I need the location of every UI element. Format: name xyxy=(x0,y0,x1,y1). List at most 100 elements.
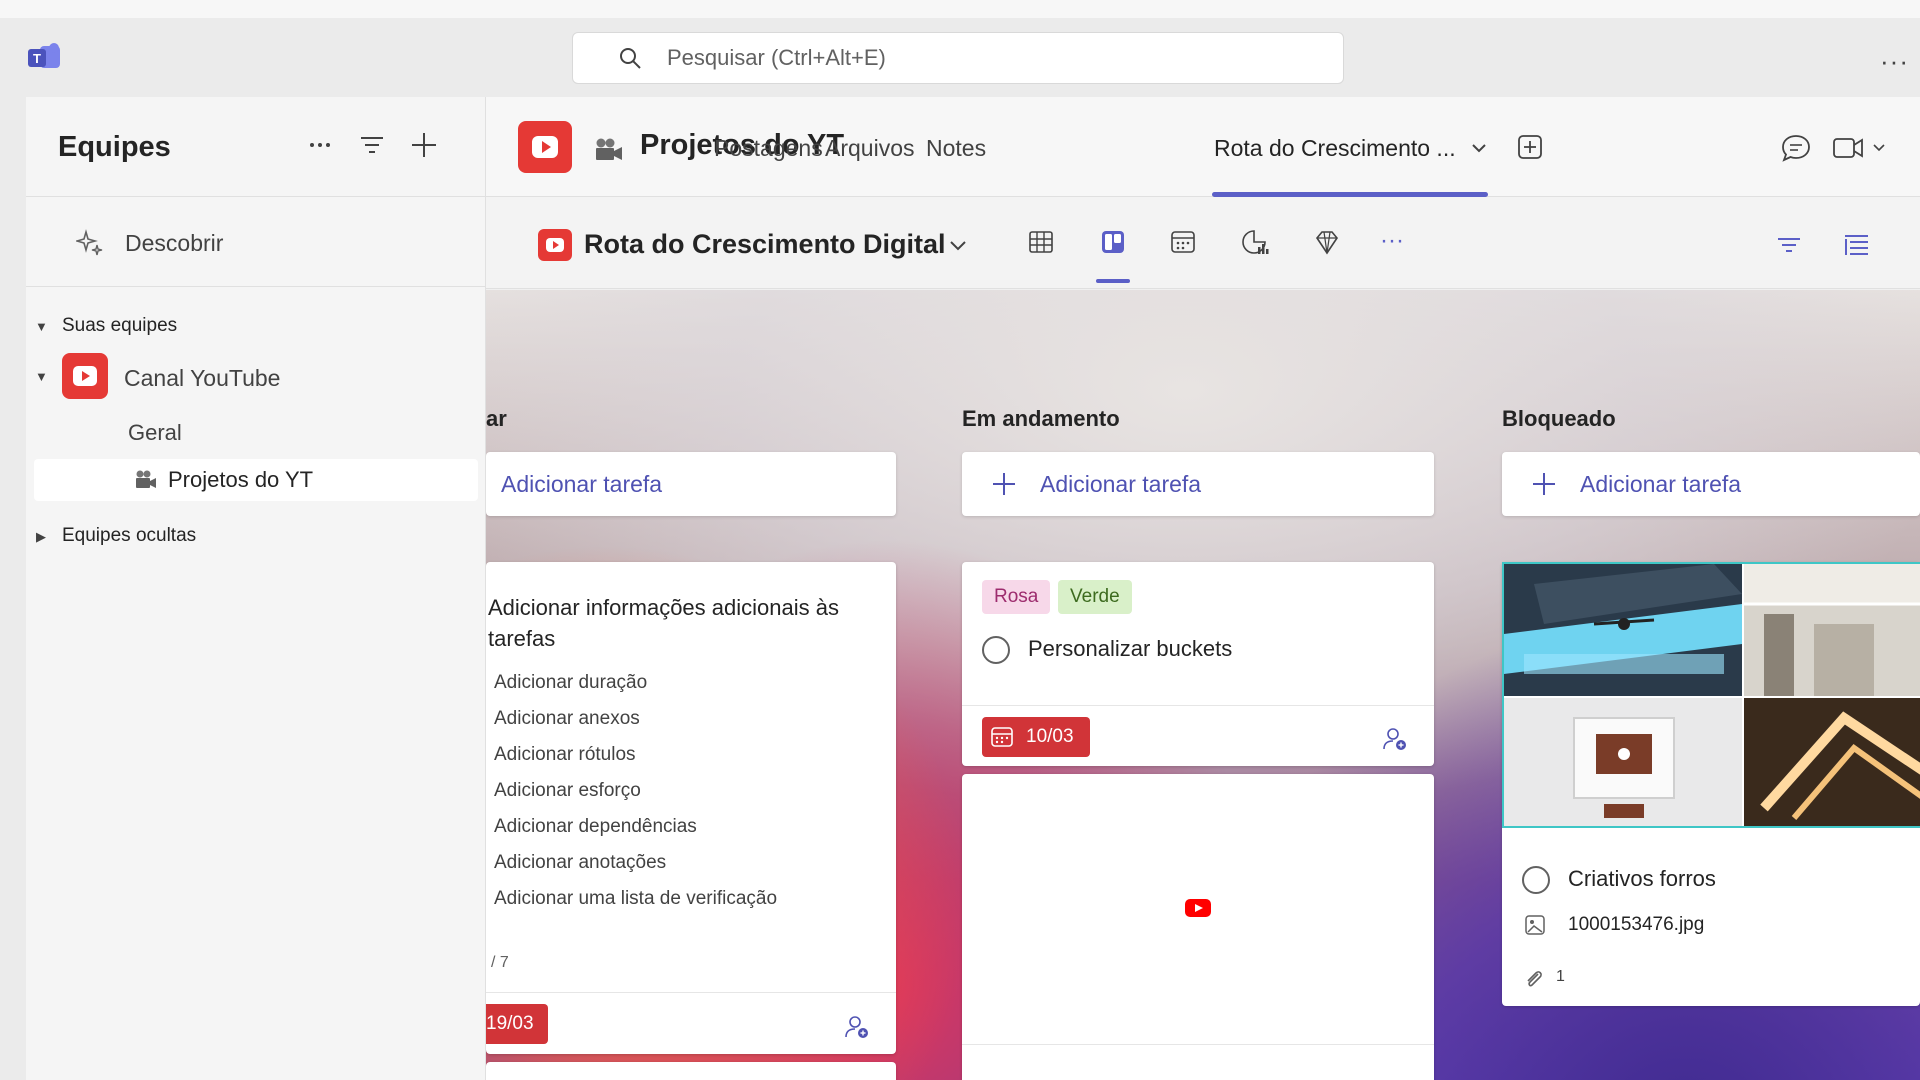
chat-icon[interactable] xyxy=(1780,133,1812,163)
bucket-title[interactable]: ar xyxy=(486,406,507,432)
ceiling-photo xyxy=(1504,698,1742,826)
search-placeholder: Pesquisar (Ctrl+Alt+E) xyxy=(667,45,886,70)
search-box[interactable]: Pesquisar (Ctrl+Alt+E) xyxy=(572,32,1344,84)
active-view-indicator xyxy=(1096,279,1130,283)
chevron-down-icon[interactable] xyxy=(948,239,968,253)
tab-notes[interactable]: Notes xyxy=(926,135,986,162)
premium-diamond-icon[interactable] xyxy=(1312,227,1342,257)
teams-sidebar: Equipes Descobrir ▼ Suas equipes ▼ Canal… xyxy=(26,97,486,1080)
planner-toolbar: Rota do Crescimento Digital ··· xyxy=(486,197,1920,289)
channel-geral[interactable]: Geral xyxy=(26,420,486,454)
task-card[interactable]: Adicionar informações adicionais às tare… xyxy=(486,562,896,1054)
youtube-icon xyxy=(532,136,558,158)
title-bar: T Pesquisar (Ctrl+Alt+E) ··· xyxy=(0,0,1920,97)
more-views-icon[interactable]: ··· xyxy=(1380,227,1404,255)
due-date-badge[interactable]: 10/03 xyxy=(982,717,1090,757)
card-divider xyxy=(962,1044,1434,1045)
checklist-item[interactable]: Adicionar rótulos xyxy=(494,744,636,766)
tab-postagens[interactable]: Postagens xyxy=(714,135,823,162)
add-tab-icon[interactable] xyxy=(1516,133,1544,161)
task-board: ar Adicionar tarefa Adicionar informaçõe… xyxy=(486,290,1920,1080)
plus-icon xyxy=(1533,473,1555,495)
checklist-item[interactable]: Adicionar duração xyxy=(494,672,647,694)
label-tag: Verde xyxy=(1058,580,1132,614)
sidebar-title: Equipes xyxy=(58,131,171,163)
chevron-down-icon[interactable] xyxy=(1470,141,1488,155)
calendar-icon xyxy=(991,727,1013,747)
card-divider xyxy=(486,992,896,993)
plus-icon xyxy=(993,473,1015,495)
ceiling-photo xyxy=(1744,698,1920,826)
task-card[interactable]: Rosa Verde Personalizar buckets 10/03 xyxy=(962,562,1434,766)
attachment-count: 1 xyxy=(1556,968,1565,985)
filter-icon[interactable] xyxy=(1774,231,1804,259)
channel-header: Projetos do YT Postagens Arquivos Notes … xyxy=(486,97,1920,197)
bucket-title[interactable]: Em andamento xyxy=(962,406,1120,432)
tab-rota-do-crescimento[interactable]: Rota do Crescimento ... xyxy=(1214,135,1456,162)
team-canal-youtube[interactable]: ▼ Canal YouTube xyxy=(26,353,486,403)
channel-avatar xyxy=(518,121,572,173)
channel-projetos-do-yt[interactable]: Projetos do YT xyxy=(34,459,478,501)
caret-down-icon: ▼ xyxy=(35,319,48,334)
complete-checkbox[interactable] xyxy=(1522,866,1550,894)
card-divider xyxy=(962,705,1434,706)
more-options-icon[interactable]: ··· xyxy=(1880,46,1909,77)
hidden-teams-section[interactable]: ▶ Equipes ocultas xyxy=(26,525,486,555)
add-task-button[interactable]: Adicionar tarefa xyxy=(1502,452,1920,516)
youtube-icon xyxy=(546,238,564,252)
label-tag: Rosa xyxy=(982,580,1051,614)
board-view-icon[interactable] xyxy=(1098,227,1128,257)
window-strip xyxy=(0,0,1920,18)
video-call-icon[interactable] xyxy=(1832,135,1888,161)
plan-title[interactable]: Rota do Crescimento Digital xyxy=(584,229,946,260)
image-file-icon xyxy=(1525,915,1545,935)
assign-person-icon[interactable] xyxy=(844,1014,870,1040)
add-task-button[interactable]: Adicionar tarefa xyxy=(962,452,1434,516)
checklist-item[interactable]: Adicionar uma lista de verificação xyxy=(494,888,777,910)
checklist-item[interactable]: Adicionar anotações xyxy=(494,852,666,874)
sidebar-header: Equipes xyxy=(26,97,486,197)
checklist-progress: / 7 xyxy=(491,954,509,971)
attachment-name[interactable]: 1000153476.jpg xyxy=(1568,914,1704,936)
due-date-badge[interactable]: 19/03 xyxy=(486,1004,548,1044)
attachment-preview-image[interactable] xyxy=(1502,562,1920,828)
more-icon[interactable] xyxy=(304,129,336,161)
youtube-icon xyxy=(73,366,97,386)
filter-icon[interactable] xyxy=(356,129,388,161)
assign-person-icon[interactable] xyxy=(1382,726,1408,752)
checklist-item[interactable]: Adicionar esforço xyxy=(494,780,641,802)
tab-arquivos[interactable]: Arquivos xyxy=(825,135,914,162)
add-icon[interactable] xyxy=(408,129,440,161)
add-task-label: Adicionar tarefa xyxy=(1040,471,1202,497)
hidden-teams-label: Equipes ocultas xyxy=(62,525,197,546)
movie-camera-icon xyxy=(596,138,622,160)
caret-down-icon: ▼ xyxy=(35,369,48,384)
discover-item[interactable]: Descobrir xyxy=(26,197,486,287)
task-card[interactable] xyxy=(486,1062,896,1080)
schedule-view-icon[interactable] xyxy=(1168,227,1198,257)
sparkle-icon xyxy=(76,229,103,256)
your-teams-section[interactable]: ▼ Suas equipes xyxy=(26,315,486,345)
svg-text:T: T xyxy=(33,51,41,66)
charts-view-icon[interactable] xyxy=(1240,227,1270,257)
task-title: Criativos forros xyxy=(1568,866,1716,891)
search-icon xyxy=(620,48,641,69)
group-by-icon[interactable] xyxy=(1842,231,1872,259)
bucket-title[interactable]: Bloqueado xyxy=(1502,406,1616,432)
task-card[interactable]: Criativos forros 1000153476.jpg 1 xyxy=(1502,562,1920,1006)
add-task-label: Adicionar tarefa xyxy=(1580,471,1742,497)
add-task-button[interactable]: Adicionar tarefa xyxy=(486,452,896,516)
grid-view-icon[interactable] xyxy=(1026,227,1056,257)
complete-checkbox[interactable] xyxy=(982,636,1010,664)
channel-label: Geral xyxy=(128,420,182,445)
app-rail xyxy=(0,97,26,1080)
ceiling-photo xyxy=(1504,564,1742,696)
checklist-item[interactable]: Adicionar anexos xyxy=(494,708,640,730)
channel-label: Projetos do YT xyxy=(168,467,314,492)
paperclip-icon xyxy=(1527,971,1542,987)
task-card[interactable] xyxy=(962,774,1434,1080)
plan-avatar xyxy=(538,229,572,261)
teams-logo-icon[interactable]: T xyxy=(26,42,62,72)
discover-label: Descobrir xyxy=(125,230,224,256)
checklist-item[interactable]: Adicionar dependências xyxy=(494,816,697,838)
